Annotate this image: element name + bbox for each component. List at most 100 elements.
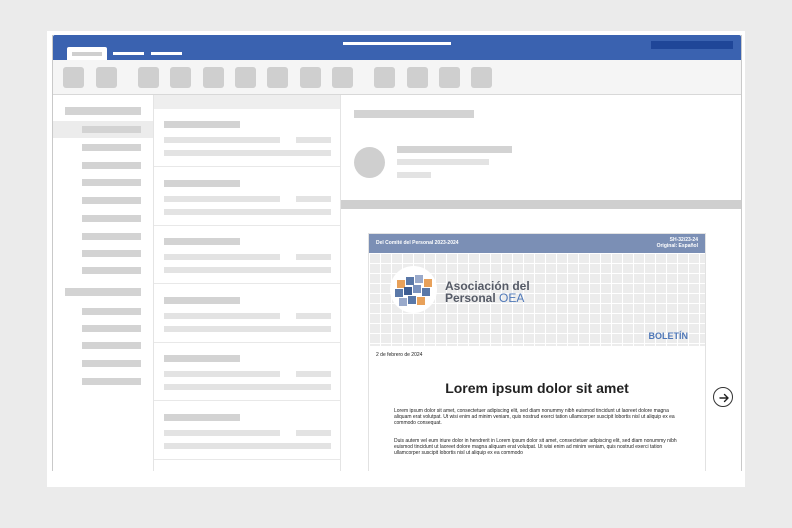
association-logo-icon: [390, 266, 437, 313]
ribbon-button-1[interactable]: [63, 67, 84, 88]
message-date-placeholder: [296, 196, 331, 202]
mail-app-window: Del Comité del Personal 2023-2024 SH-32/…: [52, 35, 742, 471]
arrow-right-circle-icon: [719, 393, 729, 403]
logo-tile: [399, 298, 407, 306]
message-date-placeholder: [296, 313, 331, 319]
folder-item[interactable]: [82, 162, 141, 169]
logo-tile: [395, 289, 403, 297]
window-title-placeholder: [343, 42, 451, 45]
newsletter-document: Del Comité del Personal 2023-2024 SH-32/…: [369, 234, 705, 471]
folder-item[interactable]: [82, 215, 141, 222]
association-name: Asociación del Personal OEA: [445, 280, 530, 304]
message-date-placeholder: [296, 430, 331, 436]
folder-item[interactable]: [82, 250, 141, 257]
association-name-line2: Personal OEA: [445, 292, 530, 304]
message-subject-placeholder: [164, 196, 280, 202]
message-list-item[interactable]: [154, 343, 340, 401]
next-button[interactable]: [713, 387, 733, 407]
message-preview-placeholder: [164, 209, 331, 215]
title-bar: [53, 35, 741, 60]
folder-group-header: [65, 107, 141, 115]
logo-tile: [417, 297, 425, 305]
message-preview-placeholder: [164, 326, 331, 332]
ribbon-button-10[interactable]: [374, 67, 395, 88]
association-name-personal: Personal: [445, 291, 500, 305]
message-preview-placeholder: [164, 384, 331, 390]
folder-item[interactable]: [82, 360, 141, 367]
newsletter-header-bar: Del Comité del Personal 2023-2024 SH-32/…: [369, 234, 705, 253]
message-subject-placeholder: [164, 371, 280, 377]
reading-pane: Del Comité del Personal 2023-2024 SH-32/…: [341, 95, 741, 471]
logo-tile: [404, 287, 412, 295]
message-list-item[interactable]: [154, 285, 340, 343]
ribbon-button-2[interactable]: [96, 67, 117, 88]
message-subject-placeholder: [164, 430, 280, 436]
sender-address-placeholder: [397, 159, 489, 165]
folder-item[interactable]: [82, 179, 141, 186]
message-subject-placeholder: [164, 313, 280, 319]
ribbon-button-7[interactable]: [267, 67, 288, 88]
folder-item[interactable]: [82, 308, 141, 315]
ribbon-button-12[interactable]: [439, 67, 460, 88]
tab-home-label-placeholder: [72, 52, 102, 56]
message-sender-placeholder: [164, 414, 240, 421]
folder-item-label: [82, 126, 141, 133]
ribbon-button-13[interactable]: [471, 67, 492, 88]
tab-home[interactable]: [67, 47, 107, 60]
ribbon-button-11[interactable]: [407, 67, 428, 88]
message-sender-placeholder: [164, 355, 240, 362]
ribbon-button-6[interactable]: [235, 67, 256, 88]
folder-item[interactable]: [82, 197, 141, 204]
message-preview-placeholder: [164, 267, 331, 273]
reading-pane-separator: [341, 200, 741, 209]
logo-tile: [415, 275, 423, 283]
message-subject-placeholder: [164, 254, 280, 260]
bulletin-paragraph-2: Duis autem vel eum iriure dolor in hendr…: [394, 438, 677, 456]
message-sender-placeholder: [164, 297, 240, 304]
message-date-placeholder: [296, 137, 331, 143]
folder-item[interactable]: [82, 325, 141, 332]
folder-pane: [53, 95, 153, 471]
message-sender-placeholder: [164, 238, 240, 245]
newsletter-banner: Asociación del Personal OEA BOLETÍN: [369, 253, 705, 346]
ribbon-toolbar: [53, 60, 741, 95]
logo-tile: [424, 279, 432, 287]
folder-item[interactable]: [82, 267, 141, 274]
folder-item[interactable]: [82, 378, 141, 385]
message-list-item[interactable]: [154, 226, 340, 284]
logo-tile: [408, 296, 416, 304]
document-code: SH-32/23-24 Original: Español: [657, 237, 698, 249]
ribbon-button-5[interactable]: [203, 67, 224, 88]
message-list-item[interactable]: [154, 402, 340, 460]
folder-item[interactable]: [82, 144, 141, 151]
message-preview-placeholder: [164, 443, 331, 449]
search-box-placeholder[interactable]: [651, 41, 733, 49]
folder-item[interactable]: [82, 342, 141, 349]
tab-3[interactable]: [151, 52, 182, 55]
message-list: [153, 95, 341, 471]
sender-avatar: [354, 147, 385, 178]
ribbon-button-3[interactable]: [138, 67, 159, 88]
message-date-placeholder: [296, 371, 331, 377]
ribbon-button-8[interactable]: [300, 67, 321, 88]
message-date-placeholder: [296, 254, 331, 260]
folder-group-header-2: [65, 288, 141, 296]
message-list-item[interactable]: [154, 109, 340, 167]
message-subject-placeholder: [164, 137, 280, 143]
bulletin-date: 2 de febrero de 2024: [376, 352, 423, 358]
ribbon-button-4[interactable]: [170, 67, 191, 88]
ribbon-button-9[interactable]: [332, 67, 353, 88]
association-name-oea: OEA: [499, 291, 525, 305]
message-time-placeholder: [397, 172, 431, 178]
logo-tile: [406, 277, 414, 285]
tab-2[interactable]: [113, 52, 144, 55]
sender-name-placeholder: [397, 146, 512, 153]
message-sender-placeholder: [164, 121, 240, 128]
message-subject-heading-placeholder: [354, 110, 474, 118]
committee-label: Del Comité del Personal 2023-2024: [376, 240, 459, 246]
message-list-item[interactable]: [154, 168, 340, 226]
document-language: Original: Español: [656, 243, 698, 249]
logo-tile: [413, 285, 421, 293]
message-sender-placeholder: [164, 180, 240, 187]
folder-item[interactable]: [82, 233, 141, 240]
